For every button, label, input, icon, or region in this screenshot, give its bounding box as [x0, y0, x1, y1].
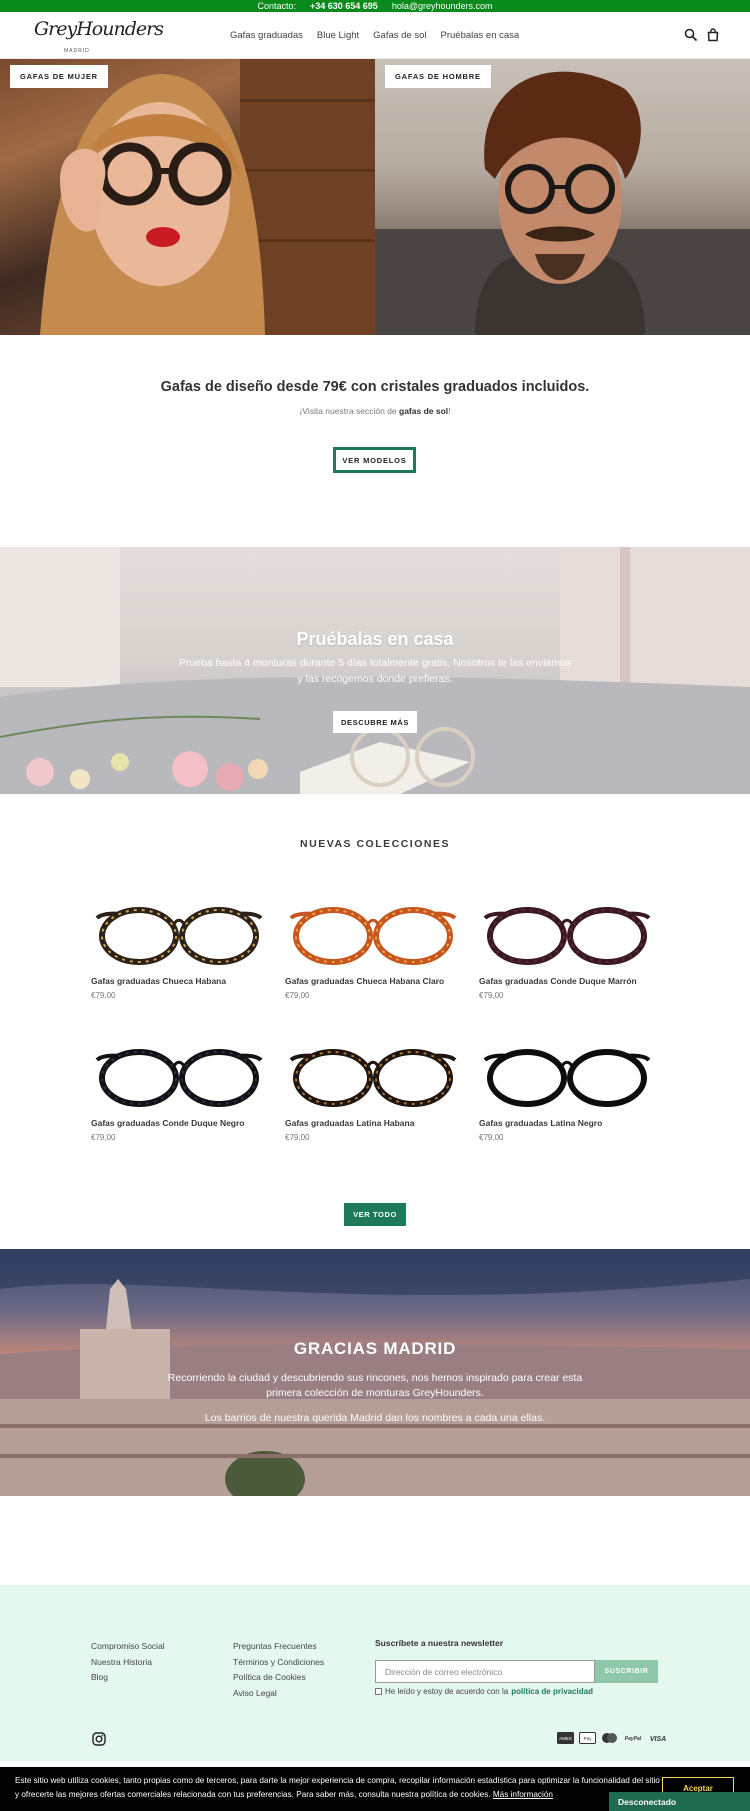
- footer-col-help: Preguntas Frecuentes Términos y Condicio…: [233, 1639, 324, 1701]
- footer-col-about: Compromiso Social Nuestra Historia Blog: [91, 1639, 165, 1686]
- product-card-conde-duque-negro[interactable]: Gafas graduadas Conde Duque Negro €79,00: [91, 1046, 267, 1142]
- product-name[interactable]: Gafas graduadas Chueca Habana Claro: [285, 976, 461, 986]
- product-price: €79,00: [285, 991, 310, 1000]
- search-icon[interactable]: [684, 28, 698, 42]
- svg-text:AMEX: AMEX: [559, 1736, 572, 1741]
- product-card-conde-duque-marron[interactable]: Gafas graduadas Conde Duque Marrón €79,00: [479, 904, 655, 1000]
- intro-sub-suffix: !: [448, 406, 451, 416]
- product-image[interactable]: [285, 904, 461, 968]
- product-name[interactable]: Gafas graduadas Latina Habana: [285, 1118, 461, 1128]
- newsletter-email-input[interactable]: Dirección de correo electrónico: [375, 1660, 595, 1683]
- product-name[interactable]: Gafas graduadas Conde Duque Marrón: [479, 976, 655, 986]
- hero-women-label[interactable]: GAFAS DE MUJER: [10, 65, 108, 89]
- new-collections-section: NUEVAS COLECCIONES Gafas graduadas Chuec…: [0, 794, 750, 1249]
- amex-icon: AMEX: [557, 1732, 574, 1744]
- subscribe-button[interactable]: SUSCRIBIR: [595, 1660, 658, 1683]
- nav-item-gafas-graduadas[interactable]: Gafas graduadas: [230, 30, 303, 41]
- product-image[interactable]: [285, 1046, 461, 1110]
- footer-link-history[interactable]: Nuestra Historia: [91, 1655, 165, 1671]
- cookie-text: Este sitio web utiliza cookies, tanto pr…: [15, 1776, 660, 1799]
- view-models-button[interactable]: VER MODELOS: [333, 447, 416, 473]
- site-header: GreyHounders MADRID Gafas graduadas Blue…: [0, 12, 750, 59]
- hero-women-photo: [40, 59, 375, 335]
- logo-text: GreyHounders: [34, 18, 164, 40]
- visa-icon: VISA: [650, 1736, 666, 1743]
- nav-item-blue-light[interactable]: Blue Light: [317, 30, 359, 41]
- paypal-icon: PayPal: [625, 1736, 642, 1742]
- product-name[interactable]: Gafas graduadas Chueca Habana: [91, 976, 267, 986]
- hero-men[interactable]: GAFAS DE HOMBRE: [375, 59, 750, 335]
- product-card-latina-habana[interactable]: Gafas graduadas Latina Habana €79,00: [285, 1046, 461, 1142]
- contact-bar: Contacto: +34 630 654 695 hola@greyhound…: [0, 0, 750, 12]
- connection-status-badge[interactable]: Desconectado: [609, 1792, 750, 1811]
- product-image[interactable]: [479, 1046, 655, 1110]
- product-card-latina-negro[interactable]: Gafas graduadas Latina Negro €79,00: [479, 1046, 655, 1142]
- site-footer: Compromiso Social Nuestra Historia Blog …: [0, 1585, 750, 1761]
- intro-section: Gafas de diseño desde 79€ con cristales …: [0, 335, 750, 547]
- footer-link-cookies[interactable]: Política de Cookies: [233, 1670, 324, 1686]
- svg-text:Pay: Pay: [584, 1736, 593, 1741]
- hero-men-label[interactable]: GAFAS DE HOMBRE: [385, 65, 491, 89]
- view-all-button[interactable]: VER TODO: [344, 1203, 406, 1226]
- hero-women[interactable]: GAFAS DE MUJER: [0, 59, 375, 335]
- privacy-checkbox[interactable]: [375, 1688, 382, 1695]
- product-name[interactable]: Gafas graduadas Conde Duque Negro: [91, 1118, 267, 1128]
- product-price: €79,00: [91, 1133, 116, 1142]
- contact-label: Contacto:: [257, 1, 296, 11]
- intro-sub-prefix: ¡Visita nuestra sección de: [299, 406, 400, 416]
- instagram-icon[interactable]: [92, 1732, 106, 1746]
- payment-methods: AMEX Pay PayPal VISA: [557, 1732, 668, 1744]
- footer-link-blog[interactable]: Blog: [91, 1670, 165, 1686]
- nav-item-gafas-de-sol[interactable]: Gafas de sol: [373, 30, 426, 41]
- sunglasses-link[interactable]: gafas de sol: [399, 406, 448, 416]
- mastercard-icon: [602, 1733, 617, 1743]
- svg-text:VISA: VISA: [650, 1736, 666, 1743]
- intro-subtitle: ¡Visita nuestra sección de gafas de sol!: [0, 406, 750, 416]
- logo[interactable]: GreyHounders MADRID: [34, 18, 164, 54]
- try-at-home-banner: Pruébalas en casa Prueba hasta 4 montura…: [0, 547, 750, 794]
- madrid-text-2: Los barrios de nuestra querida Madrid da…: [204, 1412, 546, 1424]
- product-image[interactable]: [479, 904, 655, 968]
- footer-link-legal[interactable]: Aviso Legal: [233, 1686, 324, 1702]
- product-name[interactable]: Gafas graduadas Latina Negro: [479, 1118, 655, 1128]
- product-price: €79,00: [479, 1133, 504, 1142]
- footer-link-social[interactable]: Compromiso Social: [91, 1639, 165, 1655]
- madrid-text: Recorriendo la ciudad y descubriendo sus…: [167, 1372, 583, 1400]
- privacy-consent-text: He leído y estoy de acuerdo con la: [385, 1687, 509, 1696]
- collections-title: NUEVAS COLECCIONES: [300, 838, 450, 850]
- madrid-banner: GRACIAS MADRID Recorriendo la ciudad y d…: [0, 1249, 750, 1496]
- product-price: €79,00: [91, 991, 116, 1000]
- hero-men-photo: [375, 71, 750, 335]
- product-price: €79,00: [479, 991, 504, 1000]
- privacy-consent: He leído y estoy de acuerdo con la polít…: [375, 1687, 593, 1696]
- product-card-chueca-habana[interactable]: Gafas graduadas Chueca Habana €79,00: [91, 904, 267, 1000]
- cookie-banner: Este sitio web utiliza cookies, tanto pr…: [0, 1767, 750, 1811]
- contact-email[interactable]: hola@greyhounders.com: [392, 1, 493, 11]
- madrid-title: GRACIAS MADRID: [293, 1339, 457, 1358]
- try-at-home-title: Pruébalas en casa: [296, 629, 454, 649]
- product-image[interactable]: [91, 1046, 267, 1110]
- footer-link-terms[interactable]: Términos y Condiciones: [233, 1655, 324, 1671]
- cookie-text-wrapper: Este sitio web utiliza cookies, tanto pr…: [15, 1774, 660, 1802]
- try-at-home-text: Prueba hasta 4 monturas durante 5 días t…: [178, 657, 572, 685]
- product-card-chueca-habana-claro[interactable]: Gafas graduadas Chueca Habana Claro €79,0…: [285, 904, 461, 1000]
- intro-title: Gafas de diseño desde 79€ con cristales …: [160, 379, 590, 395]
- svg-text:PayPal: PayPal: [625, 1736, 642, 1742]
- apple-pay-icon: Pay: [579, 1732, 596, 1744]
- footer-link-faq[interactable]: Preguntas Frecuentes: [233, 1639, 324, 1655]
- main-nav: Gafas graduadas Blue Light Gafas de sol …: [230, 30, 519, 41]
- product-image[interactable]: [91, 904, 267, 968]
- cart-icon[interactable]: [706, 28, 720, 42]
- privacy-policy-link[interactable]: política de privacidad: [511, 1687, 593, 1696]
- logo-subtitle: MADRID: [64, 48, 90, 54]
- contact-phone[interactable]: +34 630 654 695: [310, 1, 378, 11]
- nav-item-pruebalas-en-casa[interactable]: Pruébalas en casa: [441, 30, 520, 41]
- discover-more-button[interactable]: DESCUBRE MÁS: [333, 711, 417, 733]
- newsletter-title: Suscríbete a nuestra newsletter: [375, 1638, 504, 1648]
- cookie-more-info-link[interactable]: Más información: [493, 1790, 553, 1799]
- product-price: €79,00: [285, 1133, 310, 1142]
